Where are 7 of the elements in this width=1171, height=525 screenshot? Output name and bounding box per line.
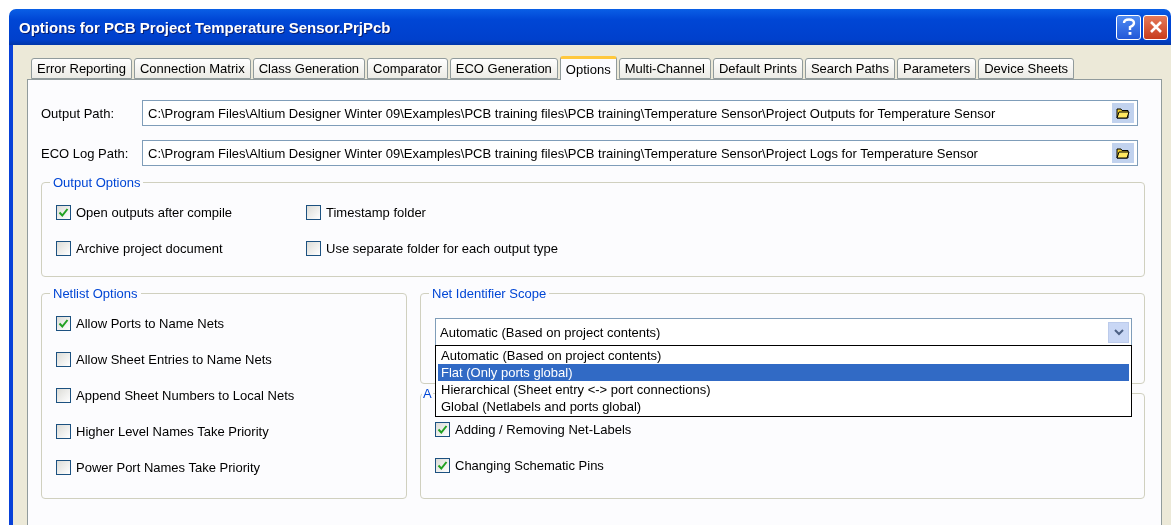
- field-label: ECO Log Path:: [41, 145, 130, 161]
- window-title: Options for PCB Project Temperature Sensor.PrjPcb: [19, 18, 392, 36]
- group-title: Netlist Options: [52, 286, 139, 301]
- group-title: Net Identifier Scope: [431, 286, 548, 301]
- group-title: A: [422, 386, 433, 401]
- field-label: Output Path:: [41, 105, 115, 121]
- group-title: Output Options: [52, 175, 142, 190]
